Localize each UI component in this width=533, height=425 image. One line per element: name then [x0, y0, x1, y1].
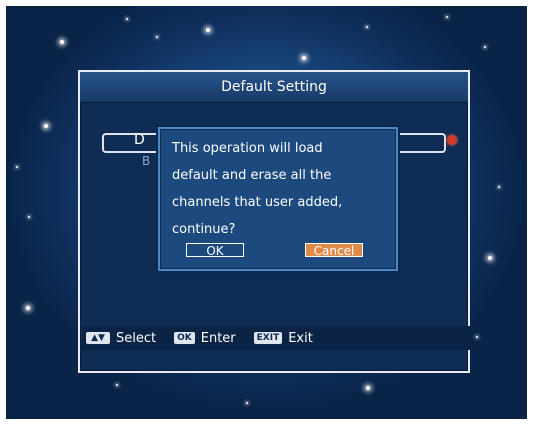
star	[16, 166, 18, 168]
star	[44, 124, 48, 128]
help-exit-label: Exit	[288, 330, 313, 346]
up-down-arrows-icon: ▲▼	[86, 332, 110, 344]
star	[26, 306, 30, 310]
exit-key-icon: EXIT	[253, 332, 283, 344]
help-enter-label: Enter	[200, 330, 236, 346]
star	[446, 16, 448, 18]
help-select: ▲▼ Select	[86, 331, 156, 346]
help-enter: OK Enter	[174, 331, 236, 346]
help-bar: ▲▼ Select OK Enter EXIT Exit	[82, 326, 470, 350]
window-title: Default Setting	[80, 72, 468, 103]
star	[246, 402, 248, 404]
dialog-message: This operation will load default and era…	[172, 141, 343, 237]
star	[206, 28, 210, 32]
ok-button[interactable]: OK	[186, 243, 244, 258]
star	[484, 46, 486, 48]
star	[366, 26, 368, 28]
star	[28, 216, 30, 218]
tv-screen: Default Setting D B ▲▼ Select OK Enter E…	[6, 6, 527, 419]
help-select-label: Select	[116, 330, 157, 346]
star	[488, 256, 492, 260]
ok-key-icon: OK	[174, 332, 195, 344]
star	[476, 336, 478, 338]
star	[116, 384, 118, 386]
star	[366, 386, 370, 390]
cancel-button[interactable]: Cancel	[305, 243, 363, 258]
setting-field-sublabel: B	[142, 154, 151, 168]
star	[126, 18, 128, 20]
star	[498, 186, 500, 188]
confirm-dialog: This operation will load default and era…	[158, 127, 398, 271]
setting-field-label: D	[134, 132, 145, 148]
field-indicator-icon	[447, 135, 457, 145]
star	[60, 40, 64, 44]
help-exit: EXIT Exit	[253, 330, 313, 346]
star	[156, 36, 158, 38]
star	[302, 56, 306, 60]
